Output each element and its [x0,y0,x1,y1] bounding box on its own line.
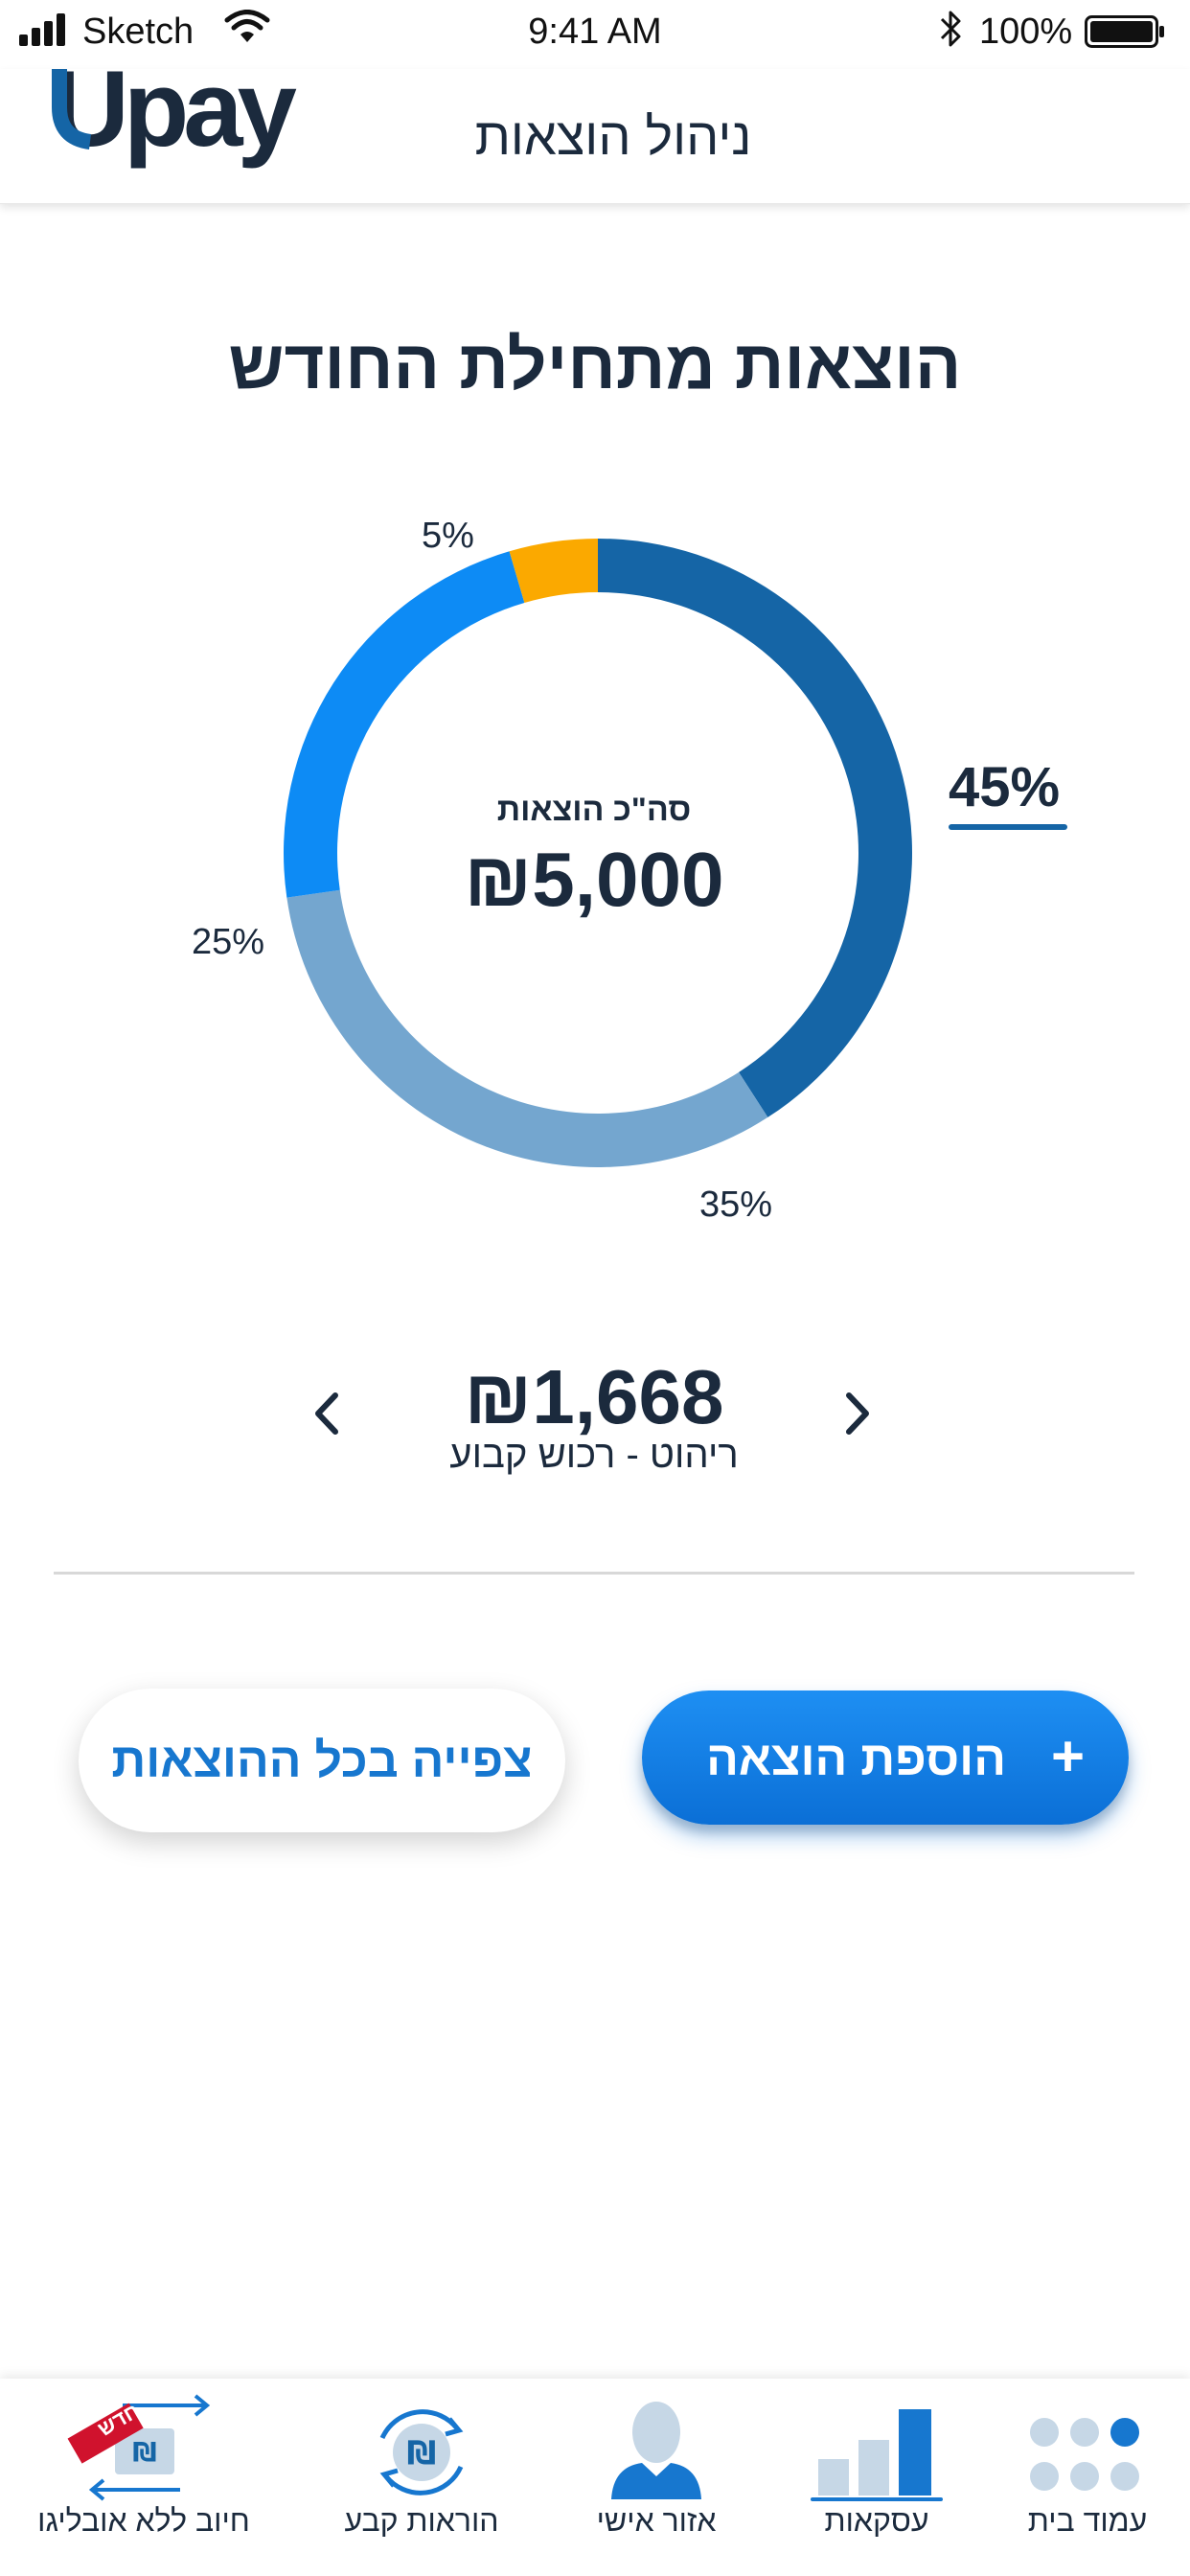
view-all-expenses-label: צפייה בכל ההוצאות [111,1734,533,1787]
donut-slice-35[interactable] [286,889,768,1167]
total-expenses-label: סה"כ הוצאות [496,792,692,828]
svg-text:₪: ₪ [132,2436,156,2468]
home-dots-icon [1030,2418,1139,2491]
slice-label-25: 25% [192,922,265,962]
user-icon [611,2402,701,2499]
add-expense-button[interactable]: הוספת הוצאה + [642,1690,1129,1825]
tab-active-underline [811,2497,943,2501]
tab-home[interactable]: עמוד בית [996,2379,1179,2576]
plus-icon: + [1050,1724,1085,1788]
slice-label-5: 5% [422,516,474,556]
chevron-left-icon[interactable] [309,1388,347,1439]
tab-charge-no-obligo-label: חיוב ללא אובליגו [37,2503,250,2538]
total-expenses-value: ₪5,000 [464,837,724,922]
category-amount: ₪1,668 [464,1354,724,1439]
slice-label-45[interactable]: 45% [949,755,1060,819]
tab-personal-area[interactable]: אזור אישי [565,2379,747,2576]
tab-home-label: עמוד בית [1027,2503,1148,2538]
tab-charge-no-obligo[interactable]: ₪ חדש חיוב ללא אובליגו [29,2379,259,2576]
category-label: ריהוט - רכוש קבוע [449,1434,739,1476]
battery-percent: 100% [979,12,1073,52]
slice-label-35: 35% [699,1184,773,1225]
tab-transactions[interactable]: עסקאות [786,2379,968,2576]
battery-icon [1085,15,1164,48]
svg-text:₪: ₪ [407,2434,437,2472]
standing-order-icon: ₪ [379,2409,464,2496]
tab-transactions-label: עסקאות [824,2503,929,2538]
bar-chart-icon [818,2409,931,2496]
divider [54,1572,1134,1575]
page-title: ניהול הוצאות [474,108,752,166]
upay-logo: Upay [52,69,303,169]
donut-slice-5[interactable] [509,539,598,604]
tab-personal-area-label: אזור אישי [596,2503,717,2538]
slice-label-45-underline [949,824,1067,830]
status-bar: Sketch 9:41 AM 100% [0,0,1190,69]
add-expense-label: הוספת הוצאה [706,1732,1006,1785]
chevron-right-icon[interactable] [837,1388,876,1439]
svg-text:Upay: Upay [52,69,297,169]
bottom-tab-bar: עמוד בית עסקאות אזור אישי ₪ הוראות קבע ₪… [0,2379,1190,2576]
bluetooth-icon [940,11,961,47]
tab-standing-orders[interactable]: ₪ הוראות קבע [331,2379,513,2576]
section-title: הוצאות מתחילת החודש [228,327,962,403]
view-all-expenses-button[interactable]: צפייה בכל ההוצאות [79,1689,565,1832]
tab-standing-orders-label: הוראות קבע [344,2503,499,2538]
